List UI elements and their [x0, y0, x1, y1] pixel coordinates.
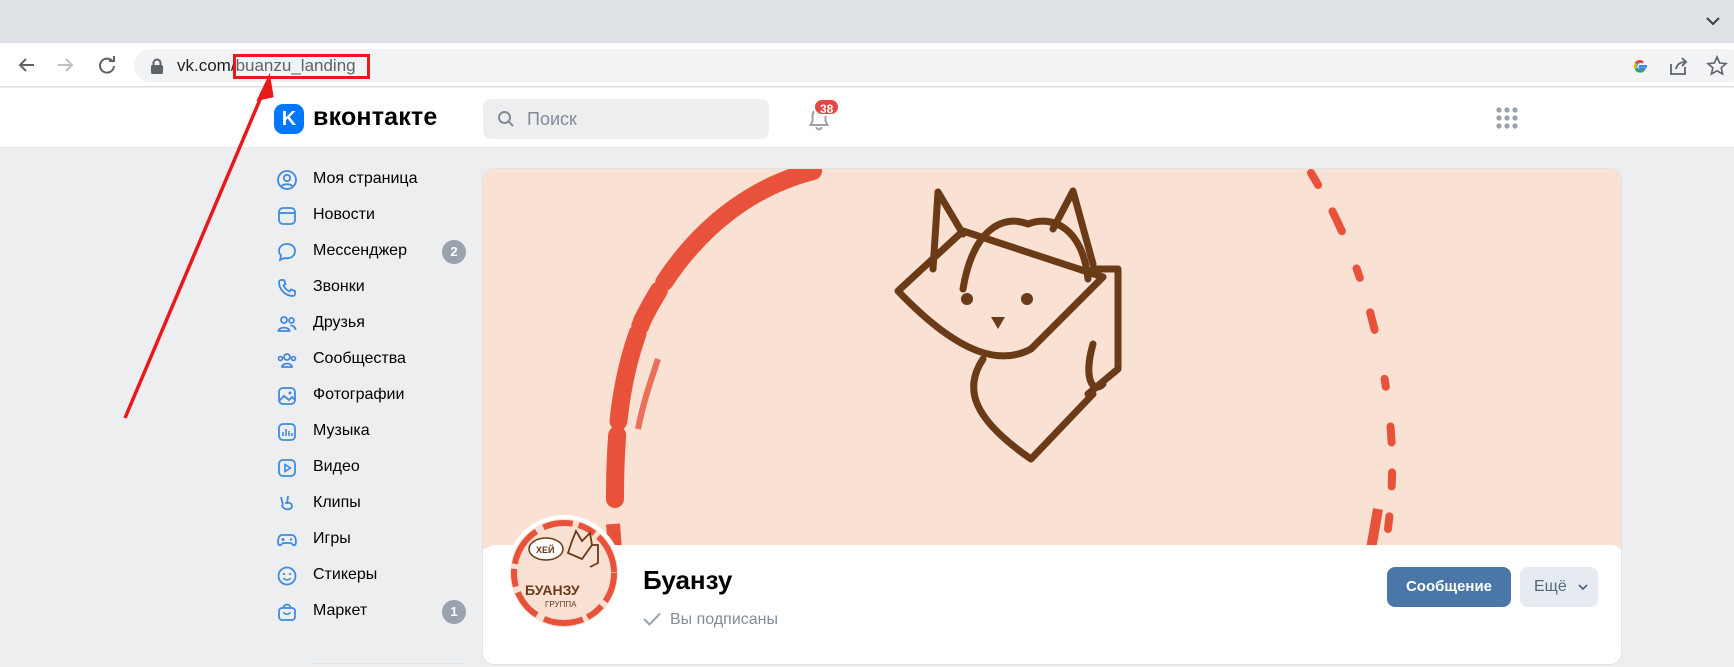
sidebar-item-label: Сообщества [313, 350, 406, 367]
more-button-label: Ещё [1534, 578, 1567, 595]
sidebar-item-label: Клипы [313, 494, 361, 511]
notifications-badge[interactable]: 38 [813, 98, 841, 116]
sidebar-item-photos[interactable]: Фотографии [272, 381, 472, 411]
sidebar-item-video[interactable]: Видео [272, 453, 472, 483]
message-button[interactable]: Сообщение [1387, 567, 1511, 607]
sidebar-item-label: Звонки [313, 278, 365, 295]
sidebar-item-friends[interactable]: Друзья [272, 309, 472, 339]
sidebar-item-music[interactable]: Музыка [272, 417, 472, 447]
sidebar-item-label: Друзья [313, 314, 365, 331]
search-input[interactable] [527, 107, 757, 131]
sidebar-item-label: Музыка [313, 422, 370, 439]
vk-header: K вконтакте 38 [0, 88, 1734, 148]
sidebar-item-label: Мессенджер [313, 242, 407, 259]
url-host: vk.com/ [177, 56, 236, 75]
fox-cover-illustration [606, 169, 1397, 549]
sidebar-item-label: Игры [313, 530, 351, 547]
sidebar-item-label: Видео [313, 458, 360, 475]
sidebar-item-label: Стикеры [313, 566, 378, 583]
sidebar-item-news[interactable]: Новости [272, 201, 472, 231]
community-header-card: ХЕЙ БУАНЗУ ГРУППА Буанзу Вы подписаны Со… [482, 168, 1622, 665]
sidebar-item-market[interactable]: Маркет 1 [272, 597, 472, 627]
lock-icon[interactable] [150, 58, 164, 74]
vk-logo-icon[interactable]: K [274, 104, 304, 134]
sidebar-divider [313, 663, 463, 664]
clips-icon [280, 495, 293, 511]
more-button[interactable]: Ещё [1520, 567, 1598, 607]
url-highlight-box [233, 54, 370, 79]
communities-icon [277, 353, 297, 368]
google-icon[interactable] [1629, 55, 1651, 77]
gamepad-icon [277, 534, 297, 547]
reload-icon[interactable] [94, 52, 120, 78]
forward-arrow-icon[interactable] [52, 52, 78, 78]
smile-icon [277, 566, 297, 586]
cover-image[interactable] [483, 169, 1621, 549]
community-info-panel: ХЕЙ БУАНЗУ ГРУППА Буанзу Вы подписаны Со… [483, 515, 1621, 664]
sidebar-item-my-page[interactable]: Моя страница [272, 165, 472, 195]
address-bar[interactable]: vk.com/buanzu_landing [134, 49, 1734, 82]
sidebar-item-label: Новости [313, 206, 375, 223]
avatar-logo-illustration: ХЕЙ БУАНЗУ ГРУППА [511, 520, 617, 626]
chevron-down-icon[interactable] [1702, 10, 1724, 32]
back-arrow-icon[interactable] [14, 52, 40, 78]
subscription-label: Вы подписаны [670, 611, 778, 628]
sidebar-item-communities[interactable]: Сообщества [272, 345, 472, 375]
sidebar-item-games[interactable]: Игры [272, 525, 472, 555]
sidebar-item-calls[interactable]: Звонки [272, 273, 472, 303]
apps-grid-icon[interactable] [1495, 106, 1519, 130]
phone-icon [278, 279, 296, 297]
avatar-text-group: ГРУППА [545, 600, 577, 609]
share-icon[interactable] [1668, 55, 1690, 77]
messenger-counter-badge: 2 [442, 240, 466, 264]
market-counter-badge: 1 [442, 600, 466, 624]
music-icon [278, 423, 296, 441]
user-circle-icon [277, 170, 297, 190]
video-icon [278, 459, 296, 477]
browser-tabstrip [0, 0, 1734, 43]
community-name: Буанзу [643, 565, 733, 595]
sidebar-item-label: Маркет [313, 602, 368, 619]
news-icon [278, 207, 296, 225]
sidebar-item-messenger[interactable]: Мессенджер 2 [272, 237, 472, 267]
sidebar-item-label: Моя страница [313, 170, 418, 187]
search-icon [498, 111, 514, 127]
vk-brand-name[interactable]: вконтакте [313, 103, 438, 132]
avatar-image: ХЕЙ БУАНЗУ ГРУППА [510, 519, 618, 627]
check-icon [643, 612, 661, 626]
sidebar-item-stickers[interactable]: Стикеры [272, 561, 472, 591]
photo-icon [278, 387, 296, 405]
market-bag-icon [278, 603, 296, 621]
bookmark-star-icon[interactable] [1706, 55, 1728, 77]
friends-icon [277, 316, 297, 332]
chevron-down-icon [1578, 584, 1588, 591]
community-avatar[interactable]: ХЕЙ БУАНЗУ ГРУППА [506, 515, 622, 631]
sidebar-item-label: Фотографии [313, 386, 405, 403]
avatar-text-hey: ХЕЙ [536, 544, 554, 555]
message-icon [278, 243, 296, 262]
avatar-text-name: БУАНЗУ [525, 582, 580, 598]
sidebar-item-clips[interactable]: Клипы [272, 489, 472, 519]
search-box[interactable] [483, 99, 769, 139]
